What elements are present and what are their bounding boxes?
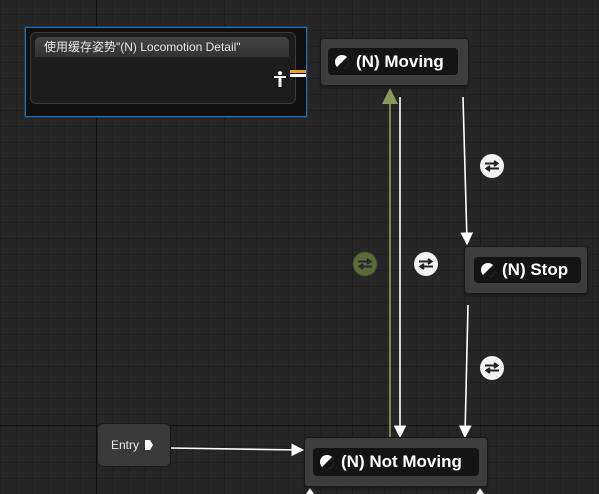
- state-half-circle-icon: [320, 455, 335, 470]
- pose-output-wire: [290, 74, 306, 77]
- use-cached-pose-node[interactable]: 使用缓存姿势"(N) Locomotion Detail": [25, 27, 307, 117]
- transition-rule-moving-to-notmoving-icon[interactable]: [413, 251, 439, 277]
- entry-arrow-icon: [145, 440, 154, 450]
- person-icon[interactable]: [273, 71, 287, 87]
- transition-rule-notmoving-to-moving-icon[interactable]: [352, 251, 378, 277]
- state-stop[interactable]: (N) Stop: [465, 247, 587, 293]
- state-moving-label: (N) Moving: [356, 51, 444, 71]
- wire-moving-to-stop: [460, 96, 474, 246]
- state-not-moving-label: (N) Not Moving: [341, 452, 462, 471]
- state-not-moving-title: (N) Not Moving: [313, 448, 479, 476]
- state-moving-title: (N) Moving: [328, 48, 458, 75]
- state-moving[interactable]: (N) Moving: [321, 39, 468, 85]
- entry-label: Entry: [111, 438, 140, 452]
- state-half-circle-icon: [481, 263, 496, 278]
- pose-output-pin[interactable]: [290, 70, 306, 73]
- entry-node[interactable]: Entry: [98, 424, 170, 466]
- pose-node-body: 使用缓存姿势"(N) Locomotion Detail": [30, 32, 296, 104]
- state-stop-title: (N) Stop: [474, 257, 581, 283]
- transition-rule-moving-to-stop-icon[interactable]: [479, 153, 505, 179]
- state-half-circle-icon: [335, 54, 350, 69]
- pose-node-title: 使用缓存姿势"(N) Locomotion Detail": [35, 37, 289, 57]
- wire-stop-to-notmoving: [458, 304, 472, 439]
- state-stop-label: (N) Stop: [502, 260, 569, 279]
- wire-entry-to-notmoving: [169, 443, 305, 457]
- state-not-moving[interactable]: (N) Not Moving: [305, 438, 487, 486]
- transition-rule-stop-to-notmoving-icon[interactable]: [479, 355, 505, 381]
